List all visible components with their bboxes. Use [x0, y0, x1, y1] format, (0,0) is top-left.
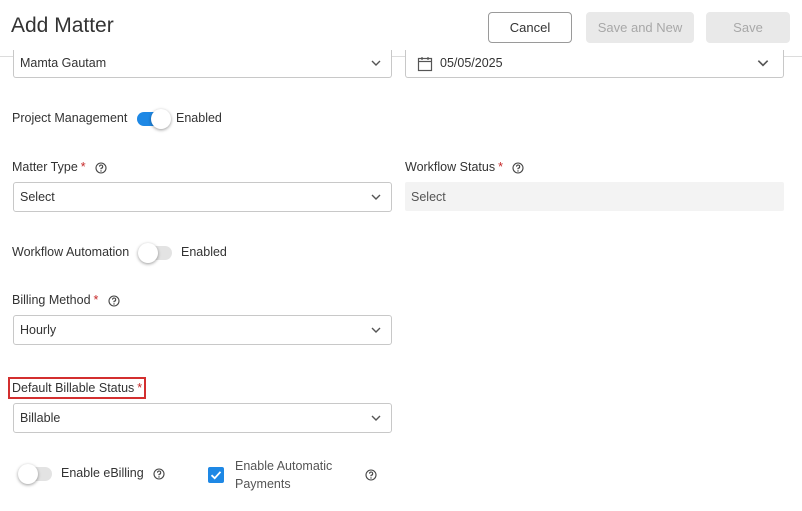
user-select[interactable]: Mamta Gautam: [13, 50, 392, 78]
default-billable-status-label: Default Billable Status *: [12, 381, 142, 395]
help-icon[interactable]: [95, 162, 107, 174]
required-marker: *: [80, 160, 86, 174]
cancel-button[interactable]: Cancel: [488, 12, 572, 43]
workflow-status-field: Select: [405, 182, 784, 211]
toggle-knob: [138, 243, 158, 263]
toggle-knob: [18, 464, 38, 484]
chevron-down-icon: [371, 327, 381, 333]
help-icon[interactable]: [108, 295, 120, 307]
project-management-state: Enabled: [176, 111, 222, 125]
page-header: Add Matter Cancel Save and New Save: [0, 0, 802, 57]
billing-method-select[interactable]: Hourly: [13, 315, 392, 345]
matter-type-label-text: Matter Type: [12, 160, 78, 174]
help-icon[interactable]: [365, 469, 377, 481]
default-billable-status-select[interactable]: Billable: [13, 403, 392, 433]
chevron-down-icon: [371, 60, 381, 66]
toggle-knob: [151, 109, 171, 129]
page-title: Add Matter: [11, 14, 114, 37]
ebilling-label-text: Enable eBilling: [61, 466, 144, 480]
default-billable-status-label-text: Default Billable Status: [12, 381, 135, 395]
workflow-automation-state: Enabled: [181, 245, 227, 259]
help-icon[interactable]: [153, 468, 165, 480]
ebilling-toggle[interactable]: [18, 464, 52, 484]
project-management-label: Project Management: [12, 111, 128, 125]
help-icon[interactable]: [512, 162, 524, 174]
billing-method-value: Hourly: [20, 323, 57, 337]
project-management-toggle[interactable]: [137, 109, 171, 129]
chevron-down-icon: [757, 60, 769, 67]
automatic-payments-label-line2: Payments: [235, 477, 291, 491]
checkmark-icon: [210, 471, 222, 480]
required-marker: *: [137, 381, 143, 395]
save-button[interactable]: Save: [706, 12, 790, 43]
matter-type-select[interactable]: Select: [13, 182, 392, 212]
save-and-new-button[interactable]: Save and New: [586, 12, 694, 43]
required-marker: *: [93, 293, 99, 307]
workflow-status-label: Workflow Status *: [405, 160, 524, 174]
workflow-automation-label: Workflow Automation: [12, 245, 130, 259]
matter-type-value: Select: [20, 190, 55, 204]
ebilling-label: Enable eBilling: [61, 466, 165, 480]
billing-method-label-text: Billing Method: [12, 293, 91, 307]
date-value: 05/05/2025: [440, 56, 503, 70]
automatic-payments-label-line1: Enable Automatic: [235, 459, 333, 473]
workflow-status-value: Select: [411, 189, 446, 204]
workflow-automation-toggle[interactable]: [138, 243, 172, 263]
billing-method-label: Billing Method *: [12, 293, 120, 307]
automatic-payments-checkbox[interactable]: [208, 467, 224, 483]
required-marker: *: [498, 160, 503, 174]
calendar-icon[interactable]: [417, 56, 433, 72]
workflow-status-label-text: Workflow Status: [405, 160, 496, 174]
default-billable-status-value: Billable: [20, 411, 61, 425]
user-select-value: Mamta Gautam: [20, 56, 107, 70]
date-picker[interactable]: 05/05/2025: [405, 50, 784, 78]
chevron-down-icon: [371, 194, 381, 200]
matter-type-label: Matter Type *: [12, 160, 107, 174]
chevron-down-icon: [371, 415, 381, 421]
